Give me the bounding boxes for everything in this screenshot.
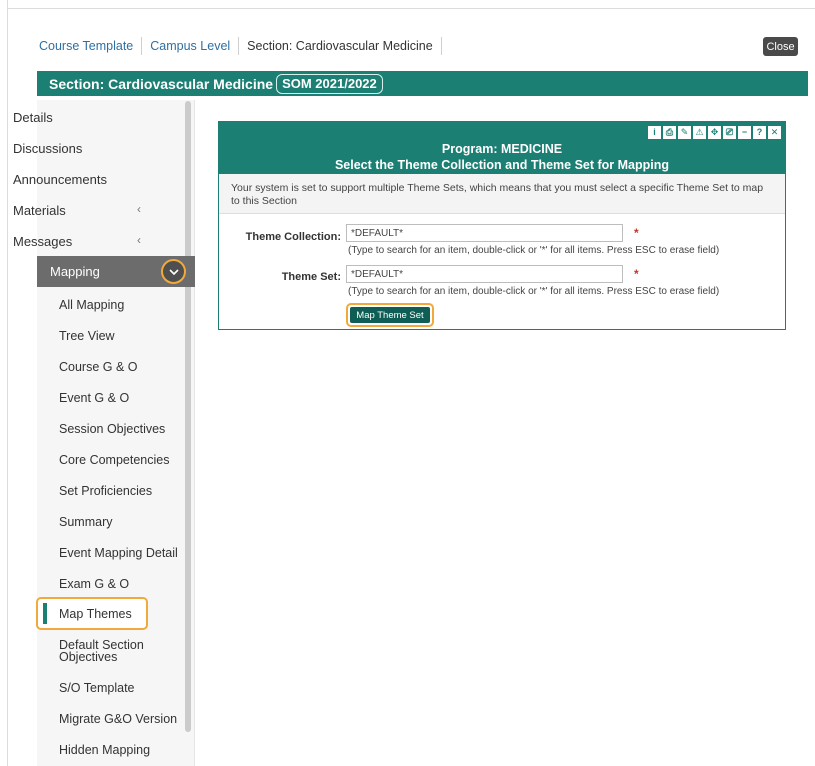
print-icon[interactable]: ⎚: [723, 126, 736, 139]
sidebar-subitem-event-go[interactable]: Event G & O: [59, 391, 129, 405]
sidebar-item-discussions[interactable]: Discussions: [13, 141, 82, 156]
sidebar-item-mapping-label: Mapping: [50, 264, 100, 279]
theme-set-hint: (Type to search for an item, double-clic…: [348, 286, 720, 297]
sidebar-subitem-set-proficiencies[interactable]: Set Proficiencies: [59, 484, 152, 498]
chevron-left-icon: ‹: [137, 233, 141, 247]
program-title: Program: MEDICINE: [441, 142, 563, 156]
breadcrumb: Course Template Campus Level Section: Ca…: [39, 37, 442, 55]
term-badge: SOM 2021/2022: [276, 73, 383, 94]
panel-header: i ⎙ ✎ ⚠ ✥ ⎚ − ? ✕ Program: MEDICINE Sele…: [219, 122, 785, 174]
theme-collection-input[interactable]: [346, 224, 623, 242]
required-marker: *: [634, 267, 639, 281]
sidebar-subitem-migrate-go-version[interactable]: Migrate G&O Version: [59, 712, 177, 726]
active-indicator: [43, 603, 47, 624]
lock-icon[interactable]: ⎙: [663, 126, 676, 139]
sidebar-item-messages[interactable]: Messages ‹: [13, 233, 153, 249]
edit-icon[interactable]: ✎: [678, 126, 691, 139]
chevron-down-icon: [168, 268, 179, 275]
sidebar-subitem-all-mapping[interactable]: All Mapping: [59, 298, 124, 312]
theme-set-input[interactable]: [346, 265, 623, 283]
panel-subtitle: Select the Theme Collection and Theme Se…: [334, 158, 670, 172]
sidebar-subitem-map-themes[interactable]: Map Themes: [59, 607, 132, 621]
sidebar-item-label: Messages: [13, 234, 73, 249]
sidebar-subitem-session-objectives[interactable]: Session Objectives: [59, 422, 165, 436]
theme-collection-label: Theme Collection:: [245, 231, 341, 243]
notice-text: Your system is set to support multiple T…: [219, 174, 785, 214]
breadcrumb-section: Section: Cardiovascular Medicine: [239, 37, 442, 55]
breadcrumb-campus-level[interactable]: Campus Level: [142, 37, 240, 55]
panel-toolbar: i ⎙ ✎ ⚠ ✥ ⎚ − ? ✕: [648, 126, 781, 139]
sidebar-item-materials[interactable]: Materials ‹: [13, 202, 153, 218]
section-header: Section: Cardiovascular Medicine SOM 202…: [37, 71, 808, 96]
required-marker: *: [634, 226, 639, 240]
sidebar-item-label: Discussions: [13, 141, 83, 156]
frame-top-border: [7, 8, 815, 9]
sidebar-item-label: Announcements: [13, 172, 107, 187]
theme-set-label: Theme Set:: [281, 271, 341, 283]
sidebar-item-details[interactable]: Details: [13, 110, 53, 125]
panel-title: Program: MEDICINE Select the Theme Colle…: [219, 141, 785, 173]
alert-icon[interactable]: ⚠: [693, 126, 706, 139]
info-icon[interactable]: i: [648, 126, 661, 139]
sidebar-subitem-default-section-objectives[interactable]: Default Section Objectives: [59, 639, 169, 664]
sidebar-item-label: Materials: [13, 203, 66, 218]
sidebar-item-announcements[interactable]: Announcements: [13, 172, 107, 187]
sidebar-subitem-hidden-mapping[interactable]: Hidden Mapping: [59, 743, 150, 757]
sidebar-subitem-so-template[interactable]: S/O Template: [59, 681, 135, 695]
sidebar-subitem-exam-go[interactable]: Exam G & O: [59, 577, 129, 591]
close-icon[interactable]: ✕: [768, 126, 781, 139]
sidebar-item-label: Details: [13, 110, 53, 125]
move-icon[interactable]: ✥: [708, 126, 721, 139]
map-theme-set-button[interactable]: Map Theme Set: [350, 307, 430, 323]
minimize-icon[interactable]: −: [738, 126, 751, 139]
breadcrumb-course-template[interactable]: Course Template: [39, 37, 143, 55]
sidebar-subitem-summary[interactable]: Summary: [59, 515, 112, 529]
frame-left-border: [7, 0, 8, 766]
theme-collection-hint: (Type to search for an item, double-clic…: [348, 245, 720, 256]
expand-toggle[interactable]: [161, 259, 186, 284]
help-icon[interactable]: ?: [753, 126, 766, 139]
sidebar-subitem-course-go[interactable]: Course G & O: [59, 360, 138, 374]
sidebar-subitem-tree-view[interactable]: Tree View: [59, 329, 115, 343]
section-title: Section: Cardiovascular Medicine: [49, 75, 274, 92]
chevron-left-icon: ‹: [137, 202, 141, 216]
sidebar-scrollbar[interactable]: [185, 101, 191, 732]
close-button[interactable]: Close: [763, 37, 798, 56]
sidebar-subitem-core-competencies[interactable]: Core Competencies: [59, 453, 169, 467]
sidebar-subitem-event-mapping-detail[interactable]: Event Mapping Detail: [59, 546, 178, 560]
